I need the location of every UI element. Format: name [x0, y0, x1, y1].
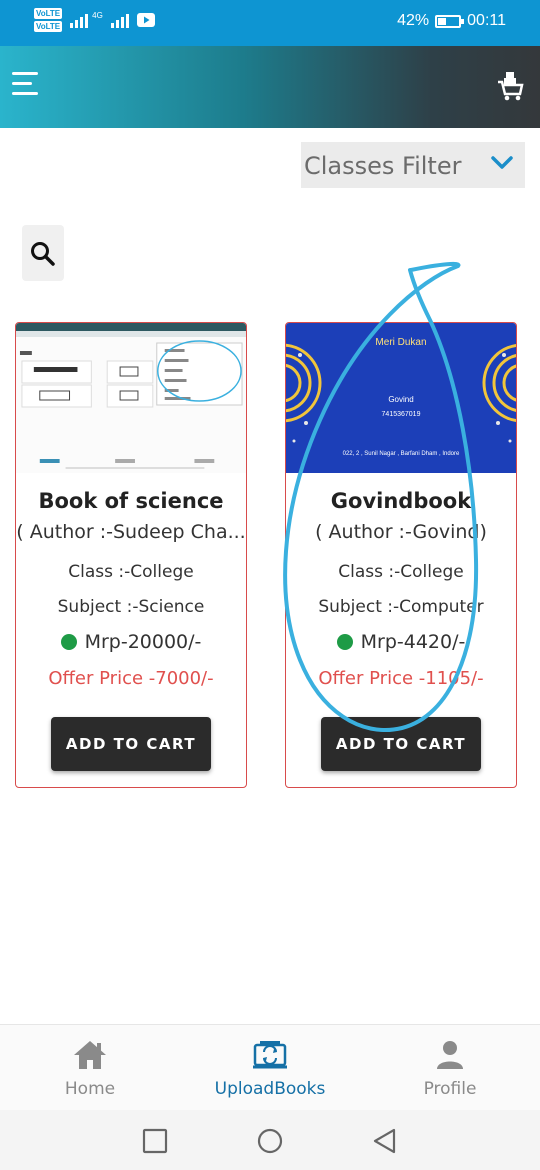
book-title: Book of science	[38, 489, 224, 513]
book-mrp-text: Mrp-20000/-	[84, 631, 202, 653]
battery-icon	[435, 14, 465, 28]
status-bar: VoLTE VoLTE 4G 42% 00:11	[0, 0, 540, 46]
app-screen: VoLTE VoLTE 4G 42% 00:11 Classes Filter …	[0, 0, 540, 1170]
recents-square-icon[interactable]	[142, 1128, 168, 1154]
book-author: ( Author :-Sudeep Cha...	[16, 521, 246, 543]
availability-dot-icon	[336, 634, 353, 650]
nav-home[interactable]: Home	[0, 1025, 180, 1111]
add-to-cart-button[interactable]: ADD TO CART	[321, 717, 481, 771]
book-mrp: Mrp-4420/-	[286, 631, 516, 653]
nav-profile-label: Profile	[423, 1079, 477, 1099]
book-offer-price: Offer Price -7000/-	[48, 668, 214, 689]
book-card[interactable]: Book of science ( Author :-Sudeep Cha...…	[15, 322, 247, 788]
network-type: 4G	[92, 10, 103, 20]
nav-home-label: Home	[64, 1079, 116, 1099]
status-left: VoLTE VoLTE 4G	[34, 8, 155, 32]
signal-icon-2	[110, 12, 129, 28]
nav-upload-books-label: UploadBooks	[214, 1079, 326, 1099]
volte-indicators: VoLTE VoLTE	[34, 8, 63, 32]
book-card[interactable]: Meri Dukan Govind 7415367019 022, 2 , Su…	[285, 322, 517, 788]
book-author: ( Author :-Govind)	[315, 521, 487, 543]
cover-address: 022, 2 , Sunil Nagar , Barfani Dham , In…	[342, 451, 460, 457]
back-triangle-icon[interactable]	[372, 1128, 398, 1154]
home-icon	[74, 1041, 106, 1069]
book-class: Class :-College	[338, 562, 464, 582]
book-mrp-text: Mrp-4420/-	[360, 631, 466, 653]
system-navigation-bar	[0, 1110, 540, 1170]
signal-icon	[70, 12, 89, 28]
nav-upload-books[interactable]: UploadBooks	[180, 1025, 360, 1111]
home-circle-icon[interactable]	[257, 1128, 283, 1154]
book-cover-image: Meri Dukan Govind 7415367019 022, 2 , Su…	[286, 323, 516, 473]
shopping-cart-icon[interactable]	[496, 70, 524, 102]
search-icon	[31, 242, 55, 266]
search-button[interactable]	[22, 225, 64, 281]
book-subject: Subject :-Science	[57, 597, 205, 617]
filter-label: Classes Filter	[304, 152, 462, 180]
book-mrp: Mrp-20000/-	[16, 631, 246, 653]
book-cover-image	[16, 323, 246, 473]
volte-badge-2: VoLTE	[34, 21, 63, 32]
book-class: Class :-College	[68, 562, 194, 582]
hamburger-menu-icon[interactable]	[12, 72, 40, 98]
book-offer-price: Offer Price -1105/-	[318, 668, 484, 689]
upload-books-icon	[253, 1041, 287, 1069]
cover-heading: Meri Dukan	[375, 337, 427, 348]
clock: 00:11	[467, 12, 506, 29]
chevron-down-icon	[491, 156, 513, 169]
classes-filter-dropdown[interactable]: Classes Filter	[301, 142, 525, 188]
add-to-cart-button[interactable]: ADD TO CART	[51, 717, 211, 771]
book-title: Govindbook	[330, 489, 472, 513]
status-right: 42% 00:11	[397, 12, 506, 30]
book-subject: Subject :-Computer	[318, 597, 484, 617]
person-icon	[437, 1041, 463, 1069]
app-bar	[0, 46, 540, 128]
availability-dot-icon	[60, 634, 77, 650]
cover-phone: 7415367019	[381, 411, 421, 418]
bottom-navigation: Home UploadBooks Profile	[0, 1024, 540, 1110]
nav-profile[interactable]: Profile	[360, 1025, 540, 1111]
battery-percent: 42%	[397, 12, 430, 29]
volte-badge-1: VoLTE	[34, 8, 63, 19]
cover-name: Govind	[388, 395, 414, 404]
youtube-icon	[136, 13, 155, 27]
